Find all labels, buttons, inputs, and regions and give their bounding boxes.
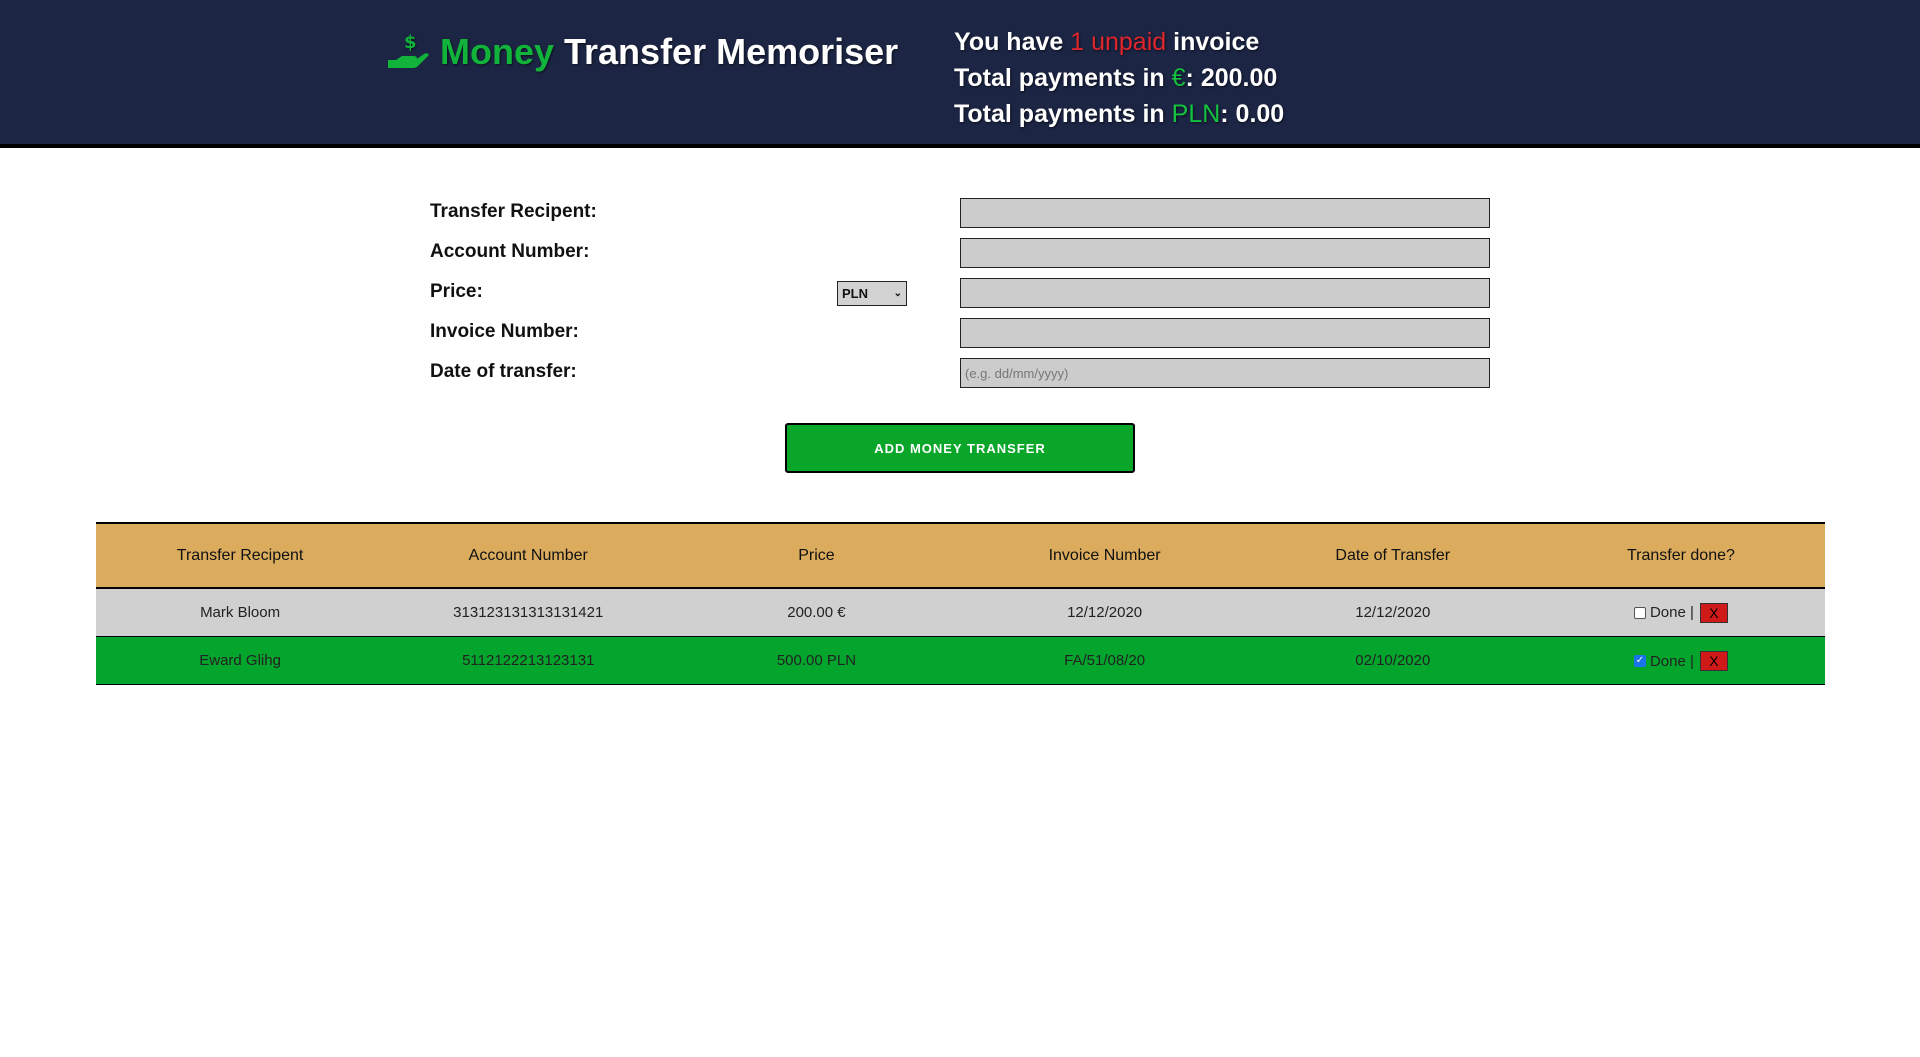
date-row: Date of transfer: bbox=[0, 358, 1920, 388]
table-row: Mark Bloom 313123131313131421 200.00 € 1… bbox=[96, 589, 1825, 637]
price-cell: 500.00 PLN bbox=[776, 652, 857, 669]
eur-currency: € bbox=[1171, 64, 1186, 92]
currency-select[interactable]: PLN ⌄ bbox=[837, 281, 907, 306]
invoice-label: Invoice Number: bbox=[430, 321, 579, 342]
hand-dollar-icon: $ bbox=[386, 30, 430, 74]
invoice-number-input[interactable] bbox=[960, 318, 1490, 348]
delete-button[interactable]: X bbox=[1699, 602, 1728, 623]
recipient-row: Transfer Recipent: bbox=[0, 198, 1920, 228]
payment-summary: You have 1 unpaid invoice Total payments… bbox=[954, 24, 1284, 132]
add-money-transfer-button[interactable]: ADD MONEY TRANSFER bbox=[785, 423, 1135, 473]
unpaid-summary: You have 1 unpaid invoice bbox=[954, 24, 1284, 60]
svg-text:$: $ bbox=[404, 32, 417, 53]
table-header: Transfer Recipent Account Number Price I… bbox=[96, 522, 1825, 589]
unpaid-suffix: invoice bbox=[1173, 28, 1260, 56]
delete-button[interactable]: X bbox=[1699, 651, 1728, 671]
pln-currency: PLN bbox=[1171, 100, 1221, 128]
price-input[interactable] bbox=[960, 278, 1490, 308]
brand-title: Transfer Memoriser bbox=[564, 31, 899, 72]
brand: $ Money Transfer Memoriser bbox=[386, 28, 898, 76]
done-checkbox[interactable]: ✓ bbox=[1633, 655, 1646, 667]
chevron-down-icon: ⌄ bbox=[893, 288, 902, 299]
account-cell: 5112122213123131 bbox=[462, 652, 595, 669]
done-label: Done | bbox=[1649, 604, 1694, 621]
column-header: Transfer Recipent bbox=[176, 546, 304, 564]
account-row: Account Number: bbox=[0, 238, 1920, 268]
pln-total: Total payments in PLN: 0.00 bbox=[954, 96, 1284, 132]
column-header: Date of Transfer bbox=[1335, 546, 1451, 564]
recipient-label: Transfer Recipent: bbox=[430, 201, 597, 222]
currency-selected: PLN bbox=[842, 286, 868, 301]
date-label: Date of transfer: bbox=[430, 361, 577, 382]
recipient-cell: Mark Bloom bbox=[200, 604, 281, 621]
price-row: Price: PLN ⌄ bbox=[0, 278, 1920, 308]
date-cell: 12/12/2020 bbox=[1355, 604, 1431, 621]
unpaid-count: 1 unpaid bbox=[1070, 28, 1167, 56]
eur-total: Total payments in €: 200.00 bbox=[954, 60, 1284, 96]
done-checkbox[interactable] bbox=[1633, 606, 1646, 619]
brand-accent: Money bbox=[440, 31, 555, 72]
invoice-cell: 12/12/2020 bbox=[1067, 604, 1143, 621]
table-row: Eward Glihg 5112122213123131 500.00 PLN … bbox=[96, 637, 1825, 685]
done-cell: Done | X bbox=[1537, 602, 1825, 623]
unpaid-prefix: You have bbox=[954, 28, 1064, 56]
recipient-input[interactable] bbox=[960, 198, 1490, 228]
eur-total-value: : 200.00 bbox=[1185, 64, 1278, 92]
done-cell: ✓ Done | X bbox=[1537, 650, 1825, 671]
done-label: Done | bbox=[1649, 652, 1694, 670]
column-header: Account Number bbox=[468, 546, 588, 564]
account-label: Account Number: bbox=[430, 241, 590, 262]
date-input[interactable] bbox=[960, 358, 1490, 388]
column-header: Price bbox=[798, 546, 835, 564]
pln-total-value: : 0.00 bbox=[1220, 100, 1285, 128]
eur-total-prefix: Total payments in bbox=[954, 64, 1165, 92]
account-cell: 313123131313131421 bbox=[453, 604, 604, 621]
invoice-cell: FA/51/08/20 bbox=[1064, 652, 1146, 669]
date-cell: 02/10/2020 bbox=[1355, 652, 1431, 669]
price-cell: 200.00 € bbox=[787, 604, 846, 621]
app-header: $ Money Transfer Memoriser You have 1 un… bbox=[0, 0, 1920, 148]
recipient-cell: Eward Glihg bbox=[199, 652, 281, 669]
invoice-row: Invoice Number: bbox=[0, 318, 1920, 348]
price-label: Price: bbox=[430, 281, 483, 302]
column-header: Invoice Number bbox=[1048, 546, 1161, 564]
transfers-table: Transfer Recipent Account Number Price I… bbox=[96, 522, 1825, 685]
pln-total-prefix: Total payments in bbox=[954, 100, 1165, 128]
column-header: Transfer done? bbox=[1626, 546, 1735, 564]
account-number-input[interactable] bbox=[960, 238, 1490, 268]
